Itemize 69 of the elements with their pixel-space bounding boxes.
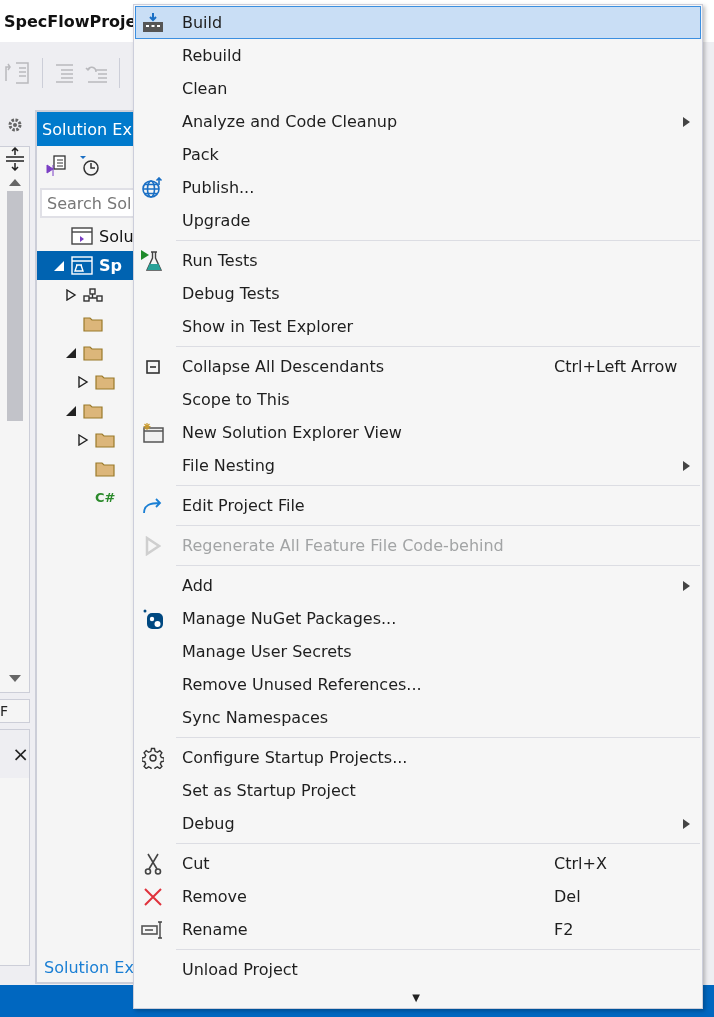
settings-icon [7, 117, 23, 133]
collapsed-arrow-icon [77, 433, 89, 446]
solution-icon [71, 226, 93, 247]
vs-document-icon [45, 155, 67, 177]
settings-icon [142, 746, 164, 769]
nuget-icon [143, 608, 163, 629]
menu-item[interactable]: Remove Unused References... [135, 668, 701, 701]
expanded-arrow-icon [65, 346, 77, 359]
menu-item[interactable]: Collapse All Descendants Ctrl+Left Arrow [135, 350, 701, 383]
scissors-icon [144, 852, 162, 875]
scrollbar-thumb[interactable] [6, 191, 23, 421]
menu-item[interactable]: Clean [135, 72, 701, 105]
panel-label: F [0, 703, 9, 719]
close-icon [144, 887, 162, 906]
build-icon [142, 12, 164, 33]
flask-icon [141, 248, 165, 273]
scroll-more-button[interactable]: ▼ [412, 991, 420, 1003]
expanded-arrow-icon [65, 404, 77, 417]
panel-tab[interactable]: Solution Ex [44, 957, 134, 977]
menu-item[interactable]: Build [135, 6, 701, 39]
splitter-icon [4, 147, 25, 171]
menu-item[interactable]: Manage User Secrets [135, 635, 701, 668]
panel-title: Solution Ex [42, 119, 132, 139]
menu-item[interactable]: Manage NuGet Packages... [135, 602, 701, 635]
menu-item[interactable]: Show in Test Explorer [135, 310, 701, 343]
globe-icon [142, 176, 164, 199]
history-icon [79, 155, 101, 177]
menu-item[interactable]: Debug [135, 807, 701, 840]
menu-item[interactable]: File Nesting [135, 449, 701, 482]
rename-icon [141, 919, 165, 940]
collapse-icon [146, 359, 160, 374]
window-title: SpecFlowProje [4, 11, 137, 31]
menu-item[interactable]: Run Tests [135, 244, 701, 277]
folder-icon [83, 315, 103, 332]
indent-icon [53, 62, 75, 84]
redo-arrow-icon [142, 496, 164, 515]
new-window-icon [142, 422, 164, 443]
menu-item[interactable]: Rename F2 [135, 913, 701, 946]
menu-item[interactable]: Remove Del [135, 880, 701, 913]
folder-icon [95, 373, 115, 390]
folder-icon [95, 460, 115, 477]
folder-icon [83, 344, 103, 361]
project-icon [71, 255, 93, 276]
menu-item[interactable]: Rebuild [135, 39, 701, 72]
dependencies-icon [83, 286, 103, 303]
menu-item[interactable]: Sync Namespaces [135, 701, 701, 734]
folder-icon [95, 431, 115, 448]
menu-item[interactable]: Cut Ctrl+X [135, 847, 701, 880]
play-icon [145, 535, 161, 556]
toolbar-icon [4, 61, 32, 85]
menu-item[interactable]: Set as Startup Project [135, 774, 701, 807]
menu-item[interactable]: New Solution Explorer View [135, 416, 701, 449]
menu-item[interactable]: Edit Project File [135, 489, 701, 522]
tree-row[interactable]: Solu [37, 222, 137, 251]
menu-item[interactable]: Analyze and Code Cleanup [135, 105, 701, 138]
expanded-arrow-icon [53, 259, 65, 272]
menu-item[interactable]: Debug Tests [135, 277, 701, 310]
collapsed-arrow-icon [77, 375, 89, 388]
menu-item[interactable]: Unload Project [135, 953, 701, 986]
folder-icon [83, 402, 103, 419]
tree-row[interactable]: C# [37, 483, 137, 512]
menu-item[interactable]: Pack [135, 138, 701, 171]
csharp-file-icon: C# [95, 490, 116, 505]
collapsed-arrow-icon [65, 288, 77, 301]
scroll-down-icon [7, 674, 22, 684]
menu-item[interactable]: Configure Startup Projects... [135, 741, 701, 774]
scroll-up-icon [7, 177, 22, 187]
menu-item[interactable]: Scope to This [135, 383, 701, 416]
menu-item[interactable]: Add [135, 569, 701, 602]
